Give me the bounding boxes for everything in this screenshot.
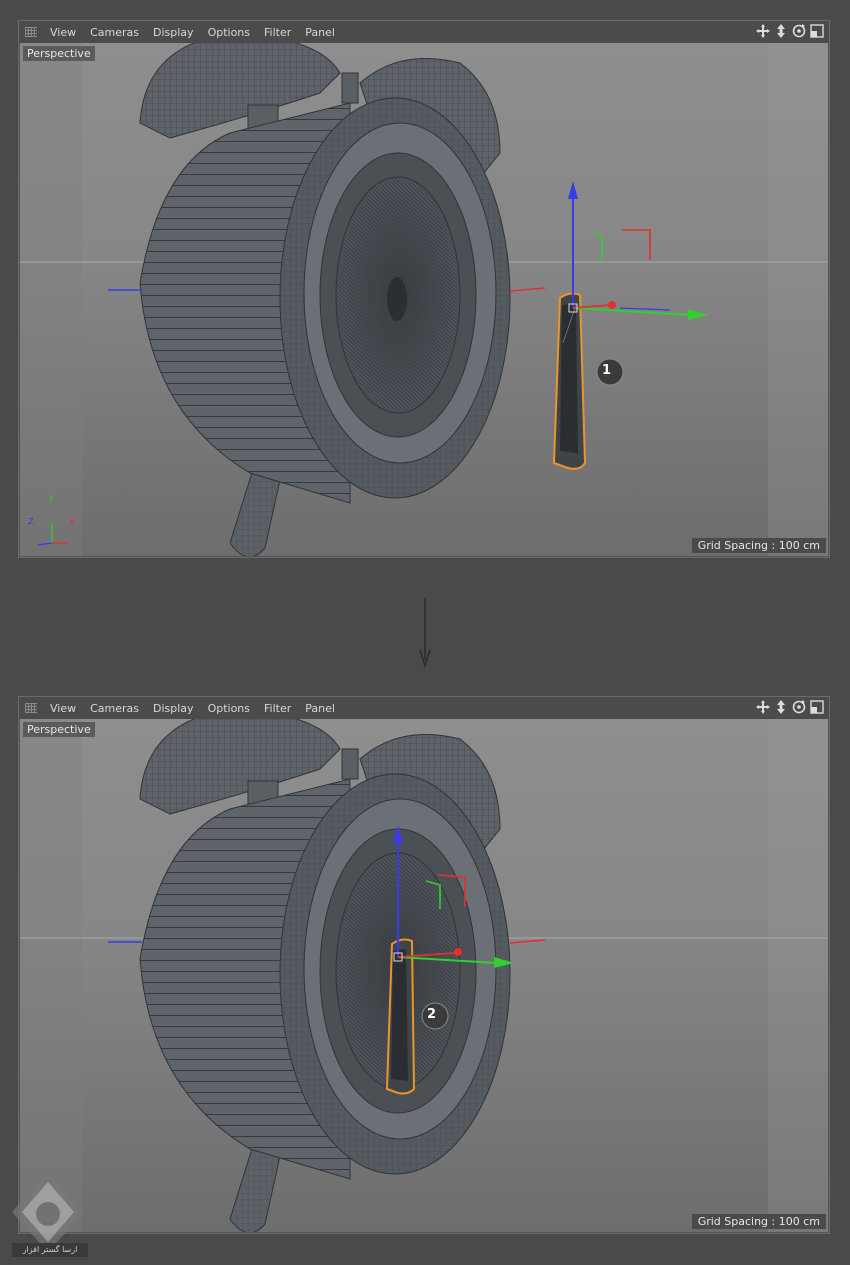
menu-panel[interactable]: Panel xyxy=(298,26,342,39)
axis-x-label: X xyxy=(69,517,75,526)
alarm-clock-scene xyxy=(20,43,828,556)
toggle-layout-icon[interactable] xyxy=(809,699,825,715)
watermark-text: ارسا گستر افزار xyxy=(12,1243,88,1257)
toggle-layout-icon[interactable] xyxy=(809,23,825,39)
step-number-2: 2 xyxy=(427,1007,437,1022)
menu-options[interactable]: Options xyxy=(201,702,257,715)
move-view-icon[interactable] xyxy=(755,23,771,39)
menu-display[interactable]: Display xyxy=(146,702,201,715)
alarm-clock-scene xyxy=(20,719,828,1232)
grid-spacing-readout: Grid Spacing : 100 cm xyxy=(691,1214,826,1229)
menu-display[interactable]: Display xyxy=(146,26,201,39)
viewport-menubar: View Cameras Display Options Filter Pane… xyxy=(19,21,829,43)
viewport-top[interactable]: View Cameras Display Options Filter Pane… xyxy=(18,20,830,558)
rotate-view-icon[interactable] xyxy=(791,699,807,715)
menu-panel[interactable]: Panel xyxy=(298,702,342,715)
menu-cameras[interactable]: Cameras xyxy=(83,702,146,715)
menu-filter[interactable]: Filter xyxy=(257,702,298,715)
grip-icon[interactable] xyxy=(25,27,37,37)
viewport-bottom[interactable]: View Cameras Display Options Filter Pane… xyxy=(18,696,830,1234)
viewport-label: Perspective xyxy=(23,722,95,737)
navigation-icons xyxy=(755,23,825,39)
grip-icon[interactable] xyxy=(25,703,37,713)
dolly-view-icon[interactable] xyxy=(773,23,789,39)
menu-filter[interactable]: Filter xyxy=(257,26,298,39)
viewport-label: Perspective xyxy=(23,46,95,61)
grid-spacing-readout: Grid Spacing : 100 cm xyxy=(691,538,826,553)
rotate-view-icon[interactable] xyxy=(791,23,807,39)
menu-view[interactable]: View xyxy=(43,26,83,39)
menu-view[interactable]: View xyxy=(43,702,83,715)
arrow-down-icon xyxy=(419,598,431,668)
move-view-icon[interactable] xyxy=(755,699,771,715)
step-number-1: 1 xyxy=(602,363,612,378)
axis-z-label: Z xyxy=(28,517,34,526)
viewport-menubar: View Cameras Display Options Filter Pane… xyxy=(19,697,829,719)
dolly-view-icon[interactable] xyxy=(773,699,789,715)
menu-cameras[interactable]: Cameras xyxy=(83,26,146,39)
navigation-icons xyxy=(755,699,825,715)
menu-options[interactable]: Options xyxy=(201,26,257,39)
axis-y-label: Y xyxy=(49,494,54,503)
viewport-canvas[interactable]: Perspective Grid Spacing : 100 cm 2 xyxy=(20,719,828,1232)
viewport-canvas[interactable]: Perspective Grid Spacing : 100 cm 1 Y Z … xyxy=(20,43,828,556)
